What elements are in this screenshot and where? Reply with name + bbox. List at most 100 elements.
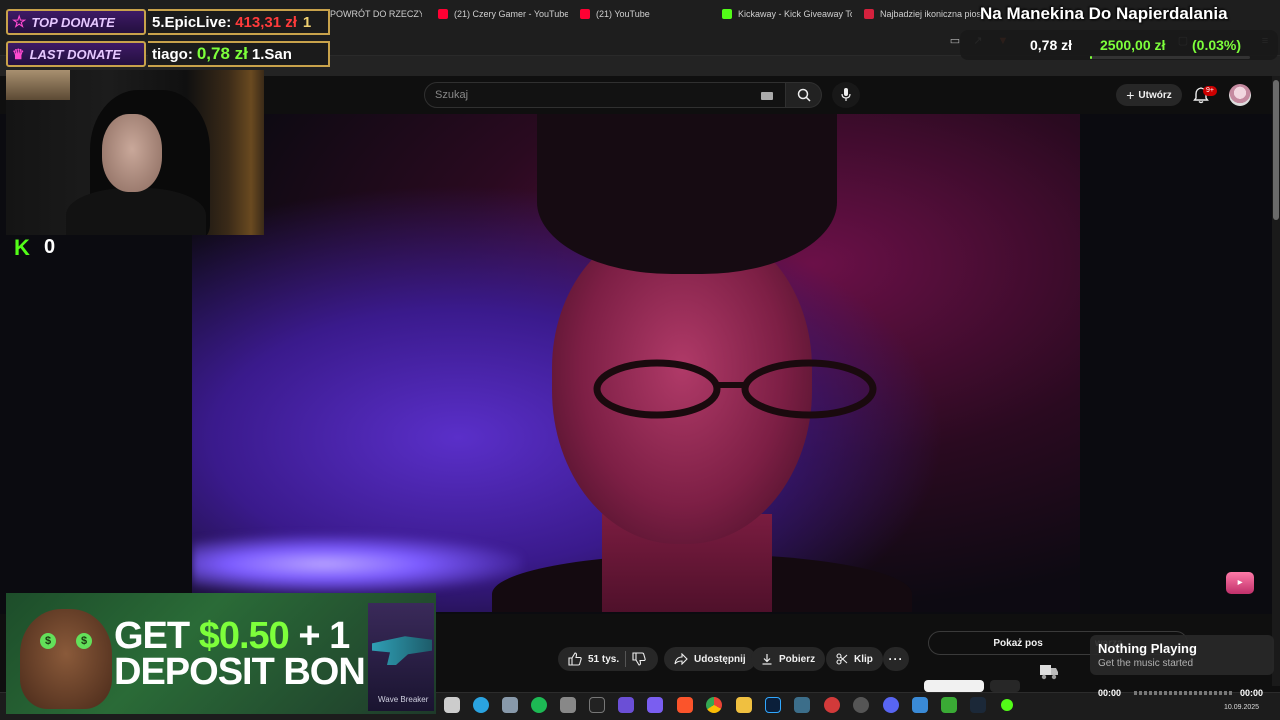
ad-mascot	[20, 609, 112, 709]
star-icon: ☆	[12, 14, 27, 31]
unity-icon[interactable]	[560, 697, 576, 713]
donation-goal-target: 2500,00 zł	[1100, 37, 1166, 53]
download-button[interactable]: Pobierz	[751, 647, 826, 671]
donation-goal-current: 0,78 zł	[1030, 37, 1073, 53]
clip-button[interactable]: Klip	[826, 647, 883, 671]
youtube-icon	[580, 9, 590, 19]
share-icon	[674, 653, 688, 665]
webcam-streamer-body	[66, 188, 206, 235]
music-truck-icon	[1040, 665, 1058, 680]
plus-icon: +	[1126, 87, 1135, 103]
share-label: Udostępnij	[694, 653, 746, 665]
tab-title: (21) Czery Gamer - YouTube	[454, 9, 568, 19]
sponsor-ad-banner[interactable]: $ $ GET $0.50 + 1 DEPOSIT BON Wave Break…	[6, 593, 436, 714]
account-avatar[interactable]	[1229, 84, 1251, 106]
kick-viewer-count: 0	[44, 236, 56, 258]
video-light-glow	[192, 534, 522, 594]
browser-tab[interactable]: POWRÓT DO RZECZYWI	[330, 4, 422, 24]
browser-tab[interactable]: (21) YouTube	[580, 4, 680, 24]
webcam-streamer-head	[102, 114, 162, 192]
like-count[interactable]: 51 tys.	[588, 654, 619, 665]
discord-icon[interactable]	[883, 697, 899, 713]
donation-overlay: ☆ TOP DONATE 5.EpicLive: 413,31 zł 1 ♛ L…	[6, 6, 330, 70]
app-icon[interactable]	[794, 697, 810, 713]
tab-title: Najbadziej ikoniczna piosenk	[880, 9, 982, 19]
voice-search-button[interactable]	[832, 82, 860, 108]
browser-tab[interactable]: Kickaway - Kick Giveaway Tool	[722, 4, 852, 24]
like-divider	[625, 651, 627, 667]
donation-goal-title: Na Manekina Do Napierdalania	[980, 4, 1228, 23]
create-button[interactable]: + Utwórz	[1116, 84, 1182, 106]
tab-title: Kickaway - Kick Giveaway Tool	[738, 9, 852, 19]
donation-goal-progress-fill	[1090, 56, 1092, 59]
thumbs-up-icon[interactable]	[568, 652, 582, 666]
music-progress-track[interactable]	[1134, 691, 1234, 695]
youtube-icon	[438, 9, 448, 19]
search-icon	[797, 88, 811, 102]
search-input[interactable]: Szukaj	[424, 82, 786, 108]
dollar-eye-icon: $	[76, 633, 92, 649]
streamer-webcam	[6, 70, 264, 235]
last-donor-amount: 0,78 zł	[196, 44, 248, 63]
thumbs-down-icon[interactable]	[632, 652, 646, 666]
file-explorer-icon[interactable]	[444, 697, 460, 713]
top-donate-label-box: ☆ TOP DONATE	[6, 9, 146, 35]
ad-subline: DEPOSIT BON	[114, 651, 366, 693]
camera-icon[interactable]	[502, 697, 518, 713]
chip[interactable]	[990, 680, 1020, 692]
top-donate-value: 5.EpicLive: 413,31 zł 1	[148, 9, 330, 35]
steam-icon[interactable]	[970, 697, 986, 713]
more-dots-icon: ···	[888, 652, 904, 666]
minecraft-icon[interactable]	[941, 697, 957, 713]
related-chips	[924, 680, 1094, 692]
visual-studio-icon[interactable]	[647, 697, 663, 713]
top-donate-row: ☆ TOP DONATE 5.EpicLive: 413,31 zł 1	[6, 8, 330, 36]
music-title: Nothing Playing	[1098, 641, 1197, 656]
video-player[interactable]	[192, 114, 1080, 612]
last-donate-row: ♛ LAST DONATE tiago: 0,78 zł 1.San	[6, 40, 330, 68]
tab-title: (21) YouTube	[596, 9, 650, 19]
last-donate-label: LAST DONATE	[29, 46, 122, 62]
browser-tab[interactable]: Najbadziej ikoniczna piosenk	[864, 4, 982, 24]
last-donate-value: tiago: 0,78 zł 1.San	[148, 41, 330, 67]
screen: POWRÓT DO RZECZYWI (21) Czery Gamer - Yo…	[0, 0, 1280, 720]
keyboard-icon[interactable]	[761, 92, 773, 100]
taskbar-date[interactable]: 10.09.2025	[1224, 704, 1259, 711]
photoshop-icon[interactable]	[765, 697, 781, 713]
chrome-icon[interactable]	[706, 697, 722, 713]
spotify-icon[interactable]	[531, 697, 547, 713]
telegram-icon[interactable]	[473, 697, 489, 713]
donation-goal-progress-track	[1090, 56, 1250, 59]
kick-viewer-counter: K 0	[14, 236, 55, 259]
search-placeholder: Szukaj	[435, 89, 469, 101]
chip[interactable]	[924, 680, 984, 692]
more-actions-button[interactable]: ···	[883, 647, 909, 671]
download-label: Pobierz	[779, 653, 816, 665]
creative-cloud-icon[interactable]	[824, 697, 840, 713]
dollar-eye-icon: $	[40, 633, 56, 649]
comments-toggle-label: Pokaż pos	[993, 637, 1043, 649]
browser-tab[interactable]: (21) Czery Gamer - YouTube	[438, 4, 568, 24]
brave-browser-icon[interactable]	[677, 697, 693, 713]
obs-icon[interactable]	[589, 697, 605, 713]
app-icon[interactable]	[618, 697, 634, 713]
folder-icon[interactable]	[736, 697, 752, 713]
music-elapsed-time: 00:00	[1098, 688, 1122, 698]
video-subject-glasses	[593, 359, 877, 419]
ad-item-label: Wave Breaker	[378, 695, 429, 704]
like-dislike-group: 51 tys.	[558, 647, 658, 671]
u-icon	[864, 9, 874, 19]
search-button[interactable]	[786, 82, 822, 108]
scrollbar-thumb[interactable]	[1273, 80, 1279, 220]
kick-icon	[722, 9, 732, 19]
last-donate-marquee-tail: 1.San	[251, 45, 292, 63]
video-subject-hair	[537, 114, 837, 274]
channel-watermark[interactable]: ▶	[1226, 572, 1254, 594]
donation-goal-percent: (0.03%)	[1192, 37, 1242, 53]
top-donate-label: TOP DONATE	[31, 14, 115, 30]
share-button[interactable]: Udostępnij	[664, 647, 756, 671]
kick-icon[interactable]	[1001, 699, 1013, 711]
webcam-background-lamp	[6, 70, 70, 100]
app-icon[interactable]	[912, 697, 928, 713]
app-icon[interactable]	[853, 697, 869, 713]
